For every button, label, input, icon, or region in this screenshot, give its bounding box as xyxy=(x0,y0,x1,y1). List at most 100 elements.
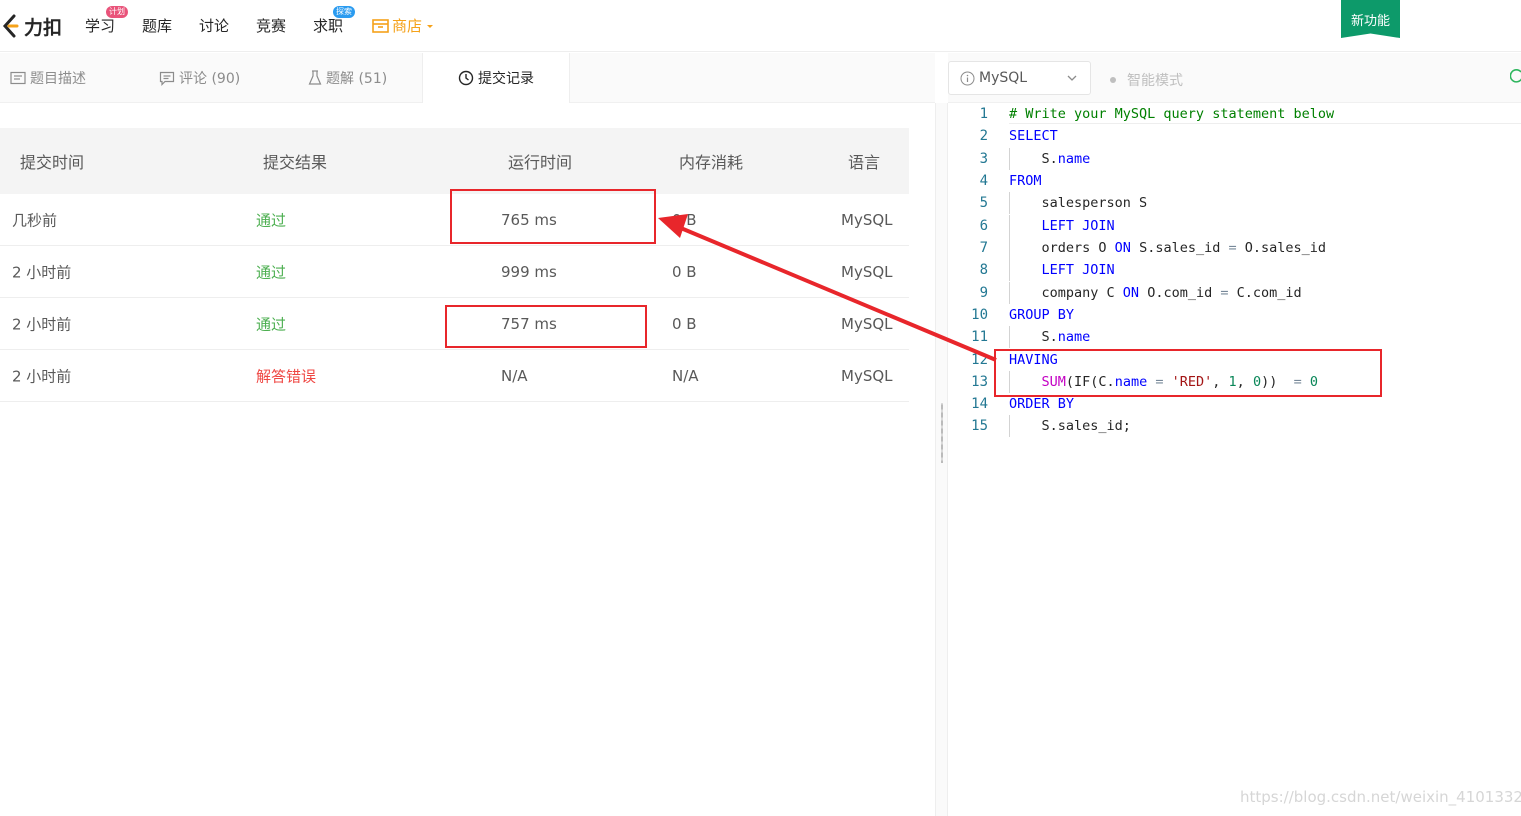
result-link[interactable]: 解答错误 xyxy=(256,365,316,386)
logo-text: 力扣 xyxy=(24,16,63,39)
line-number: 12 xyxy=(971,352,988,368)
nav-jobs[interactable]: 求职 探索 xyxy=(313,6,355,36)
nav-discuss[interactable]: 讨论 xyxy=(199,15,229,36)
memory: N/A xyxy=(672,366,699,385)
submit-time: 2 小时前 xyxy=(12,263,72,281)
smart-mode-toggle[interactable]: 智能模式 xyxy=(1110,70,1183,90)
col-memory: 内存消耗 xyxy=(679,153,744,172)
table-row[interactable]: 2 小时前 解答错误 N/A N/A MySQL xyxy=(0,350,909,402)
tab-comments[interactable]: 评论 (90) xyxy=(159,53,240,103)
store-icon xyxy=(372,19,389,33)
col-runtime: 运行时间 xyxy=(508,153,573,172)
submit-time: 几秒前 xyxy=(12,211,58,229)
nav-contest[interactable]: 竞赛 xyxy=(256,15,286,36)
code-text: SELECT xyxy=(1009,128,1058,144)
result-link[interactable]: 通过 xyxy=(256,313,286,334)
panel-splitter[interactable] xyxy=(935,103,948,816)
code-line: 4 FROM xyxy=(948,170,1521,192)
nav-learn-label: 学习 xyxy=(85,17,116,35)
table-header: 提交时间 提交结果 运行时间 内存消耗 语言 xyxy=(0,128,909,194)
code-text: LEFT JOIN xyxy=(1009,218,1115,234)
comment-icon xyxy=(159,71,175,86)
highlight-box-having xyxy=(994,349,1382,397)
code-line: 6 LEFT JOIN xyxy=(948,215,1521,237)
code-line: 15 S.sales_id; xyxy=(948,415,1521,437)
code-text: ORDER BY xyxy=(1009,396,1075,412)
nav-store-label: 商店 xyxy=(392,17,423,35)
code-line: 9 company C ON O.com_id = C.com_id xyxy=(948,282,1521,304)
memory: 0 B xyxy=(672,210,697,229)
new-feature-button[interactable]: 新功能 xyxy=(1341,0,1400,38)
code-editor[interactable]: 1 # Write your MySQL query statement bel… xyxy=(948,103,1521,816)
logo[interactable]: 力扣 xyxy=(0,12,62,40)
code-text: LEFT JOIN xyxy=(1009,262,1115,278)
code-line: 8 LEFT JOIN xyxy=(948,259,1521,281)
leetcode-logo-icon xyxy=(2,14,19,38)
tab-submissions[interactable]: 提交记录 xyxy=(422,53,570,103)
nav-problems[interactable]: 题库 xyxy=(142,15,172,36)
description-icon xyxy=(10,71,26,85)
language: MySQL xyxy=(841,366,893,385)
language: MySQL xyxy=(841,210,893,229)
code-line: 10 GROUP BY xyxy=(948,304,1521,326)
flask-icon xyxy=(308,70,322,85)
result-link[interactable]: 通过 xyxy=(256,261,286,282)
submit-time: 2 小时前 xyxy=(12,367,72,385)
language-select-value: MySQL xyxy=(979,70,1028,86)
nav-jobs-label: 求职 xyxy=(313,17,344,35)
status-dot-icon xyxy=(1110,77,1116,83)
runtime: 999 ms xyxy=(501,262,557,281)
line-number: 8 xyxy=(979,262,988,278)
explore-badge: 探索 xyxy=(333,6,355,18)
tab-solutions[interactable]: 题解 (51) xyxy=(308,53,387,103)
info-icon xyxy=(960,71,975,85)
clock-icon xyxy=(458,70,474,86)
code-line: 3 S.name xyxy=(948,148,1521,170)
code-text: S.sales_id; xyxy=(1009,418,1131,434)
tab-description-label: 题目描述 xyxy=(30,71,86,87)
code-text: S.name xyxy=(1009,329,1091,345)
col-submit-time: 提交时间 xyxy=(20,153,85,172)
col-result: 提交结果 xyxy=(263,153,328,172)
tab-submissions-label: 提交记录 xyxy=(478,71,534,87)
col-language: 语言 xyxy=(848,153,881,172)
code-line: 2 SELECT xyxy=(948,125,1521,147)
runtime: N/A xyxy=(501,366,528,385)
line-number: 1 xyxy=(979,106,988,122)
code-text: FROM xyxy=(1009,173,1042,189)
memory: 0 B xyxy=(672,314,697,333)
tab-comments-label: 评论 (90) xyxy=(179,71,241,87)
line-number: 3 xyxy=(979,151,988,167)
tab-description[interactable]: 题目描述 xyxy=(10,53,86,103)
line-number: 7 xyxy=(979,240,988,256)
memory: 0 B xyxy=(672,262,697,281)
code-text: salesperson S xyxy=(1009,195,1148,211)
nav-learn[interactable]: 学习 计划 xyxy=(85,6,128,36)
line-number: 2 xyxy=(979,128,988,144)
nav-problems-label: 题库 xyxy=(142,17,173,35)
code-line: 5 salesperson S xyxy=(948,192,1521,214)
code-line: 1 # Write your MySQL query statement bel… xyxy=(948,103,1521,125)
line-number: 4 xyxy=(979,173,988,189)
nav-store[interactable]: 商店 xyxy=(372,15,435,36)
smart-mode-label: 智能模式 xyxy=(1127,73,1183,89)
caret-down-icon xyxy=(427,24,434,28)
line-number: 5 xyxy=(979,195,988,211)
code-text: orders O ON S.sales_id = O.sales_id xyxy=(1009,240,1327,256)
watermark: https://blog.csdn.net/weixin_41013322 xyxy=(1240,788,1521,806)
language-select[interactable]: MySQL xyxy=(948,61,1091,95)
problem-tabs: 题目描述 评论 (90) 题解 (51) 提交记录 xyxy=(0,53,935,103)
result-link[interactable]: 通过 xyxy=(256,209,286,230)
current-line-border xyxy=(1009,123,1521,124)
refresh-icon[interactable] xyxy=(1510,68,1521,84)
table-row[interactable]: 2 小时前 通过 999 ms 0 B MySQL xyxy=(0,246,909,298)
code-text: GROUP BY xyxy=(1009,307,1075,323)
submit-time: 2 小时前 xyxy=(12,315,72,333)
tab-solutions-label: 题解 (51) xyxy=(326,71,388,87)
line-number: 11 xyxy=(971,329,988,345)
editor-toolbar: MySQL 智能模式 xyxy=(948,53,1521,103)
code-line: 11 S.name xyxy=(948,326,1521,348)
drag-handle-icon[interactable] xyxy=(941,403,943,463)
nav-discuss-label: 讨论 xyxy=(199,17,230,35)
code-text: # Write your MySQL query statement below xyxy=(1009,106,1335,122)
